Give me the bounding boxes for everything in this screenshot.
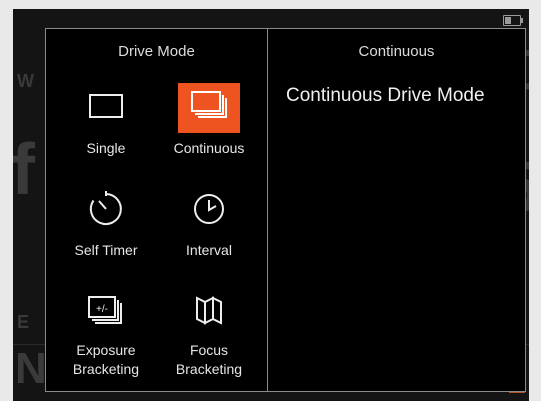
exposure-bracketing-icon: +/- <box>88 296 122 324</box>
detail-title: Continuous <box>358 43 435 60</box>
option-label: Exposure Bracketing <box>72 342 140 377</box>
option-label: Interval <box>186 242 232 258</box>
option-label: Self Timer <box>74 242 138 258</box>
drive-mode-options-panel: Drive Mode Single Continuous Self Timer … <box>46 29 267 391</box>
bg-readout-left: f <box>13 130 35 210</box>
option-label: Continuous <box>173 140 245 156</box>
continuous-frames-icon <box>191 91 227 118</box>
drive-mode-menu: Drive Mode Single Continuous Self Timer … <box>45 28 526 392</box>
option-interval[interactable]: Interval <box>163 185 255 260</box>
bg-readout-bottomleft: N <box>15 344 47 393</box>
option-continuous[interactable]: Continuous <box>163 83 255 158</box>
detail-description: Continuous Drive Mode <box>286 85 485 106</box>
camera-screen: f 5 0 W E N ✎ 1 2 Drive Mode Single <box>13 9 529 401</box>
option-single[interactable]: Single <box>60 83 152 158</box>
option-label: Focus Bracketing <box>175 342 243 377</box>
bg-readout-ev: E <box>17 312 30 332</box>
self-timer-icon <box>89 191 122 225</box>
interval-clock-icon <box>194 194 224 224</box>
option-label: Single <box>86 140 126 156</box>
single-frame-icon <box>89 94 123 118</box>
svg-text:+/-: +/- <box>96 304 108 315</box>
option-focus-bracketing[interactable]: Focus Bracketing <box>163 285 255 379</box>
focus-bracketing-icon <box>196 296 222 325</box>
option-exposure-bracketing[interactable]: +/- Exposure Bracketing <box>60 285 152 379</box>
drive-mode-detail-panel: Continuous Continuous Drive Mode <box>268 29 525 391</box>
menu-title: Drive Mode <box>118 43 195 60</box>
battery-icon <box>503 15 523 26</box>
option-self-timer[interactable]: Self Timer <box>60 185 152 260</box>
bg-readout-w: W <box>17 71 34 91</box>
